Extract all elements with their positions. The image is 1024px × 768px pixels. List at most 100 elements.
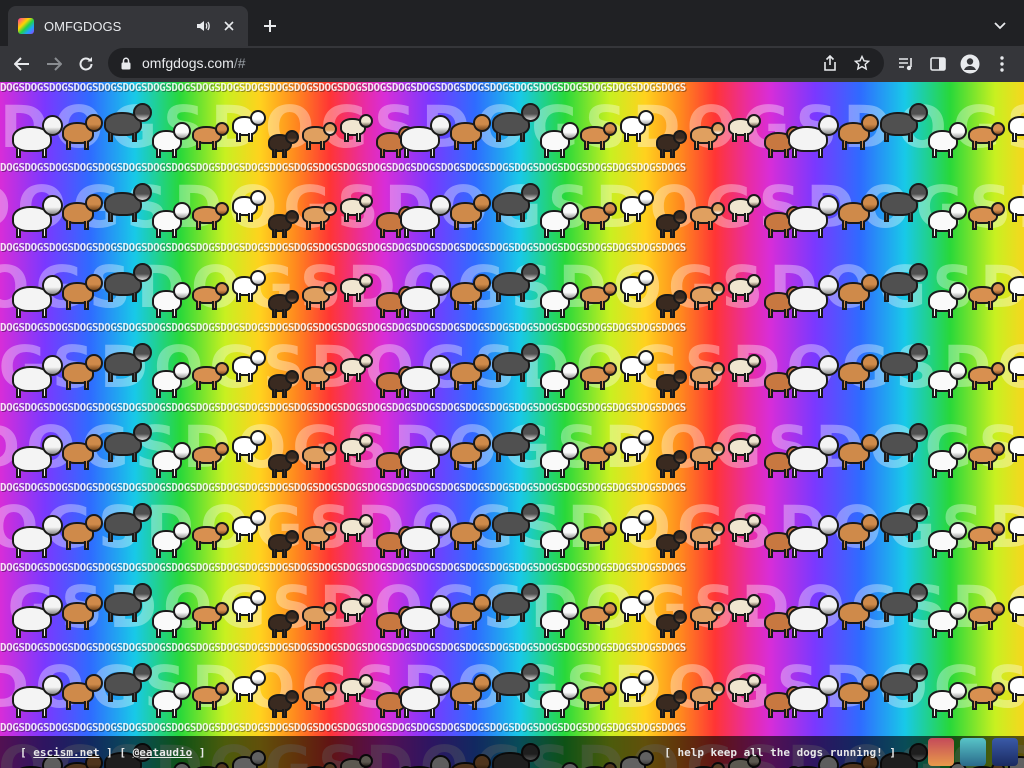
dog-leg [932, 229, 937, 238]
dog-head [285, 210, 299, 224]
dog-head [861, 194, 879, 212]
browser-tab[interactable]: OMFGDOGS [8, 6, 248, 46]
dog-head [250, 190, 266, 206]
bookmark-button[interactable] [850, 51, 874, 75]
dog-leg [430, 309, 435, 318]
dog-sprite [492, 582, 540, 622]
reload-button[interactable] [70, 48, 102, 80]
dog-leg [694, 301, 699, 310]
dog-leg [196, 141, 201, 150]
dog-head [908, 263, 928, 282]
dog-sprite [690, 356, 726, 390]
forward-button[interactable] [38, 48, 70, 80]
dog-leg [768, 629, 773, 638]
dog-leg [306, 221, 311, 230]
dog-leg [908, 533, 913, 542]
dog-head [520, 583, 540, 602]
dog-head [817, 195, 839, 216]
dog-sprite [580, 596, 618, 630]
dog-leg [560, 229, 565, 238]
dog-leg [84, 701, 89, 710]
dog-head [949, 602, 967, 620]
dog-sprite [232, 426, 266, 462]
dog-head [638, 110, 654, 126]
dog-leg [454, 461, 459, 470]
close-icon[interactable] [220, 17, 238, 35]
share-button[interactable] [818, 51, 842, 75]
dog-sprite [580, 356, 618, 390]
dog-sprite [838, 592, 879, 630]
dog-leg [196, 301, 201, 310]
dog-leg [306, 701, 311, 710]
dog-head [711, 442, 725, 456]
media-controls-button[interactable] [890, 48, 922, 80]
dog-leg [272, 709, 277, 718]
dog-head [991, 522, 1005, 536]
dog-leg [670, 149, 675, 158]
dog-head [85, 114, 103, 132]
dog-head [132, 583, 152, 602]
dog-sprite-icon[interactable] [928, 738, 954, 766]
dog-leg [42, 549, 47, 558]
dog-leg [708, 221, 713, 230]
new-tab-button[interactable] [258, 14, 282, 38]
dog-head [673, 450, 687, 464]
dog-leg [132, 133, 137, 142]
dog-leg [908, 373, 913, 382]
dog-leg [1012, 693, 1017, 702]
dog-leg [236, 453, 241, 462]
donate-text[interactable]: [ help keep all the dogs running! ] [664, 746, 896, 759]
dog-leg [108, 693, 113, 702]
dog-leg [156, 549, 161, 558]
side-panel-button[interactable] [922, 48, 954, 80]
dog-leg [842, 701, 847, 710]
dog-head [41, 515, 63, 536]
dog-head [861, 594, 879, 612]
dog-sprite [400, 435, 451, 478]
dog-leg [988, 701, 993, 710]
dog-leg [132, 373, 137, 382]
profile-button[interactable] [954, 48, 986, 80]
dog-sprite [232, 666, 266, 702]
dog-leg [744, 133, 749, 142]
dog-leg [84, 621, 89, 630]
dog-leg [42, 389, 47, 398]
dog-leg [708, 301, 713, 310]
dog-pack [12, 168, 416, 238]
dog-head [711, 682, 725, 696]
lock-icon[interactable] [118, 55, 134, 71]
dog-leg [544, 149, 549, 158]
dog-leg [908, 133, 913, 142]
dog-sprite [400, 675, 451, 718]
dog-leg [16, 149, 21, 158]
dog-sprite [400, 595, 451, 638]
dog-leg [860, 221, 865, 230]
avatar-icon [960, 54, 980, 74]
escism-link[interactable]: escism.net [33, 746, 99, 759]
dog-leg [932, 469, 937, 478]
address-bar[interactable]: omfgdogs.com/# [108, 48, 884, 78]
dog-leg [172, 309, 177, 318]
tab-search-button[interactable] [988, 14, 1012, 38]
dog-leg [472, 701, 477, 710]
dog-pack [12, 408, 416, 478]
dog-head [250, 110, 266, 126]
eataudio-link[interactable]: @eataudio [133, 746, 193, 759]
dog-sprite [928, 600, 967, 638]
dog-leg [744, 533, 749, 542]
speaker-icon[interactable] [194, 17, 212, 35]
dog-leg [212, 541, 217, 550]
dog-leg [624, 533, 629, 542]
menu-button[interactable] [986, 48, 1018, 80]
dog-head [215, 442, 229, 456]
dog-head [991, 442, 1005, 456]
music-sprite-icon[interactable] [992, 738, 1018, 766]
dog-head [85, 194, 103, 212]
dog-pack [400, 248, 804, 318]
character-sprite-icon[interactable] [960, 738, 986, 766]
dog-head [861, 514, 879, 532]
dog-leg [744, 213, 749, 222]
dog-head [250, 670, 266, 686]
dog-leg [908, 693, 913, 702]
back-button[interactable] [6, 48, 38, 80]
